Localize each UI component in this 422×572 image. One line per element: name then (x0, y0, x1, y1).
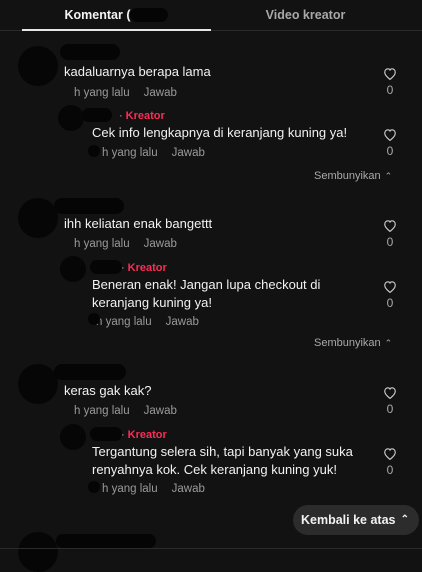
reply-text: Tergantung selera sih, tapi banyak yang … (92, 443, 353, 479)
tab-bar: Komentar ( Video kreator (0, 0, 422, 31)
back-to-top-label: Kembali ke atas (301, 513, 396, 527)
hide-replies-label: Sembunyikan (314, 337, 381, 349)
reply-button[interactable]: Jawab (144, 405, 177, 417)
active-tab-indicator (22, 29, 211, 31)
kreator-badge: Kreator (125, 110, 165, 122)
comment-meta: h yang lalu Jawab (74, 87, 177, 99)
redacted-username (56, 534, 156, 548)
reply-button[interactable]: Jawab (144, 87, 177, 99)
creator-label: · Kreator (121, 262, 167, 274)
reply-button[interactable]: Jawab (144, 238, 177, 250)
heart-outline-icon (384, 129, 396, 141)
heart-outline-icon (384, 220, 396, 232)
like-count: 0 (386, 235, 394, 249)
avatar[interactable] (58, 105, 84, 131)
reply-text: Beneran enak! Jangan lupa checkout di ke… (92, 276, 320, 312)
like-button[interactable]: 0 (380, 67, 400, 97)
heart-outline-icon (384, 68, 396, 80)
like-button[interactable]: 0 (380, 128, 400, 158)
redacted-count (130, 8, 169, 22)
tab-komentar-label: Komentar ( (64, 8, 131, 22)
redacted-mark (88, 313, 100, 325)
reply-button[interactable]: Jawab (172, 483, 205, 495)
like-button[interactable]: 0 (380, 280, 400, 310)
kreator-badge: Kreator (127, 262, 167, 274)
back-to-top-button[interactable]: Kembali ke atas ⌃︎ (293, 505, 419, 535)
redacted-username (60, 44, 120, 60)
double-chevron-up-icon: ⌃︎ (400, 514, 409, 525)
comment-meta: h yang lalu Jawab (74, 238, 177, 250)
comment-meta: h yang lalu Jawab (74, 405, 177, 417)
comment-text: ihh keliatan enak bangettt (64, 216, 213, 231)
like-button[interactable]: 0 (380, 447, 400, 477)
reply-text-line: renyahnya kok. Cek keranjang kuning yuk! (92, 462, 337, 477)
hide-replies-button[interactable]: Sembunyikan ⌃ (314, 170, 392, 182)
tab-video-kreator-label: Video kreator (265, 8, 346, 22)
comment-time: h yang lalu (74, 238, 130, 250)
reply-meta: h yang lalu Jawab (102, 147, 205, 159)
avatar[interactable] (60, 424, 86, 450)
comment-time: h yang lalu (74, 87, 130, 99)
reply-meta: h yang lalu Jawab (102, 483, 205, 495)
heart-outline-icon (384, 387, 396, 399)
like-count: 0 (386, 463, 394, 477)
reply-text: Cek info lengkapnya di keranjang kuning … (92, 124, 347, 142)
heart-outline-icon (384, 448, 396, 460)
bottom-divider (0, 548, 422, 549)
avatar[interactable] (18, 198, 58, 238)
avatar[interactable] (18, 46, 58, 86)
tab-video-kreator[interactable]: Video kreator (211, 0, 400, 30)
avatar[interactable] (18, 532, 58, 572)
like-count: 0 (386, 402, 394, 416)
redacted-username (82, 108, 112, 122)
redacted-username (54, 364, 126, 380)
comment-text: kadaluarnya berapa lama (64, 64, 211, 79)
creator-label: · Kreator (119, 110, 165, 122)
redacted-mark (88, 145, 100, 157)
redacted-mark (88, 481, 100, 493)
reply-text-line: Beneran enak! Jangan lupa checkout di (92, 277, 321, 292)
comment-time: h yang lalu (96, 316, 152, 328)
comment-time: h yang lalu (102, 147, 158, 159)
like-button[interactable]: 0 (380, 386, 400, 416)
comment-text: keras gak kak? (64, 383, 152, 398)
like-count: 0 (386, 296, 394, 310)
hide-replies-label: Sembunyikan (314, 170, 381, 182)
hide-replies-button[interactable]: Sembunyikan ⌃ (314, 337, 392, 349)
reply-button[interactable]: Jawab (166, 316, 199, 328)
reply-text-line: Tergantung selera sih, tapi banyak yang … (92, 444, 353, 459)
redacted-username (54, 198, 124, 214)
kreator-badge: Kreator (127, 429, 167, 441)
creator-label: · Kreator (121, 429, 167, 441)
comment-time: h yang lalu (74, 405, 130, 417)
like-button[interactable]: 0 (380, 219, 400, 249)
comment-time: h yang lalu (102, 483, 158, 495)
like-count: 0 (386, 144, 394, 158)
avatar[interactable] (60, 256, 86, 282)
avatar[interactable] (18, 364, 58, 404)
chevron-up-icon: ⌃ (384, 338, 393, 348)
like-count: 0 (386, 83, 394, 97)
reply-text-line: Cek info lengkapnya di keranjang kuning … (92, 125, 348, 140)
reply-meta: h yang lalu Jawab (96, 316, 199, 328)
chevron-up-icon: ⌃ (384, 171, 393, 181)
reply-text-line: keranjang kuning ya! (92, 295, 212, 310)
tab-komentar[interactable]: Komentar ( (22, 0, 211, 30)
reply-button[interactable]: Jawab (172, 147, 205, 159)
heart-outline-icon (384, 281, 396, 293)
